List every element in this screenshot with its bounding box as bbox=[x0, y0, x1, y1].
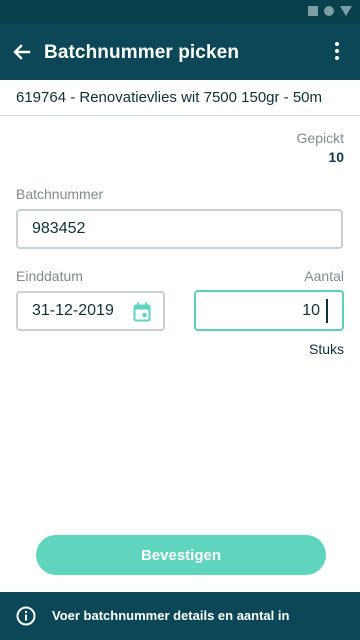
batch-label: Batchnummer bbox=[16, 186, 104, 202]
unit-label: Stuks bbox=[308, 341, 344, 357]
more-vert-icon[interactable] bbox=[332, 42, 342, 62]
square-icon bbox=[308, 6, 318, 16]
app-bar: Batchnummer picken bbox=[0, 24, 360, 80]
quantity-input[interactable]: 10 bbox=[194, 290, 344, 331]
text-cursor bbox=[326, 298, 328, 323]
info-text: Voer batchnummer details en aantal in bbox=[52, 608, 290, 623]
confirm-button[interactable]: Bevestigen bbox=[36, 535, 326, 575]
status-bar bbox=[0, 0, 360, 24]
status-icons bbox=[308, 6, 352, 16]
triangle-icon bbox=[340, 6, 352, 16]
circle-icon bbox=[324, 6, 334, 16]
batch-input[interactable]: 983452 bbox=[16, 209, 343, 249]
picked-value: 10 bbox=[328, 149, 344, 165]
batch-value: 983452 bbox=[32, 220, 86, 237]
info-footer: Voer batchnummer details en aantal in bbox=[0, 592, 360, 640]
product-description: 619764 - Renovatievlies wit 7500 150gr -… bbox=[0, 80, 360, 116]
info-icon bbox=[16, 606, 36, 626]
date-value: 31-12-2019 bbox=[32, 302, 114, 319]
quantity-value: 10 bbox=[302, 301, 320, 319]
picked-label: Gepickt bbox=[296, 130, 344, 146]
quantity-label: Aantal bbox=[304, 268, 344, 284]
date-label: Einddatum bbox=[16, 268, 83, 284]
date-input[interactable]: 31-12-2019 bbox=[16, 291, 165, 331]
page-title: Batchnummer picken bbox=[44, 42, 240, 63]
arrow-left-icon[interactable] bbox=[12, 42, 32, 62]
calendar-icon[interactable] bbox=[133, 302, 151, 322]
